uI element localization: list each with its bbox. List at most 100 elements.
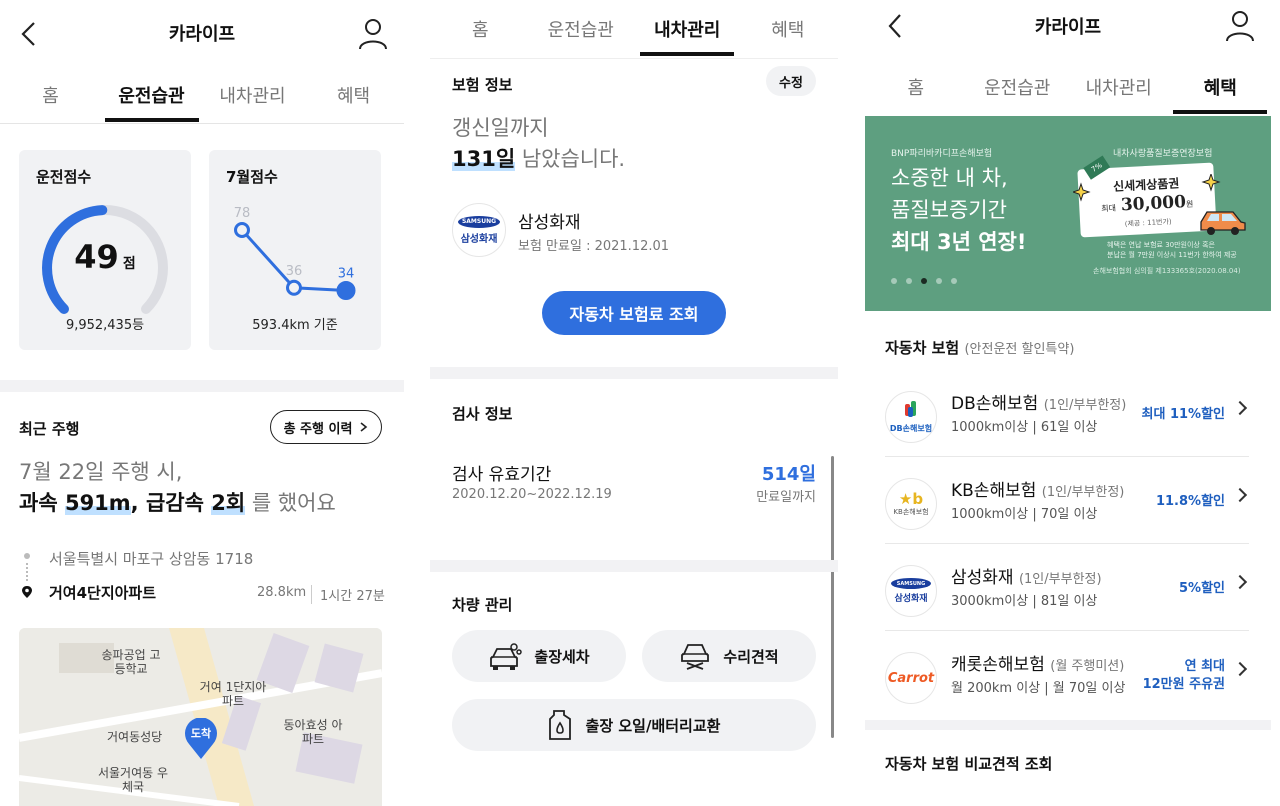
tab-home[interactable]: 홈 bbox=[430, 16, 531, 42]
car-insurance-title: 자동차 보험 (안전운전 할인특약) bbox=[885, 339, 1075, 357]
carousel-dot[interactable] bbox=[906, 278, 912, 284]
section-divider bbox=[430, 367, 838, 379]
chevron-right-icon bbox=[1232, 487, 1248, 503]
promo-banner[interactable]: BNP파리바카디프손해보험 소중한 내 차, 품질보증기간 최대 3년 연장! … bbox=[865, 116, 1271, 311]
car-repair-icon bbox=[681, 644, 710, 670]
route-line bbox=[26, 563, 28, 581]
location-pin-icon bbox=[22, 586, 32, 598]
score-point bbox=[286, 279, 302, 296]
my-car-screen: 홈 운전습관 내차관리 혜택 보험 정보 수정 갱신일까지 131일 남았습니다… bbox=[430, 0, 838, 806]
tab-benefits[interactable]: 혜택 bbox=[303, 82, 404, 108]
carousel-dot[interactable] bbox=[891, 278, 897, 284]
chevron-right-icon bbox=[1232, 400, 1248, 416]
insurer-condition: 3000km이상 | 81일 이상 bbox=[951, 594, 1098, 609]
driving-habits-screen: 카라이프 홈 운전습관 내차관리 혜택 운전점수 49 점 9,952,435등 … bbox=[0, 0, 404, 806]
car-wash-icon bbox=[490, 643, 523, 670]
drive-date-line: 7월 22일 주행 시, bbox=[19, 460, 183, 484]
user-icon bbox=[359, 19, 387, 50]
score-value: 49 점 bbox=[74, 238, 136, 276]
carousel-dot[interactable] bbox=[936, 278, 942, 284]
samsung-logo: SAMSUNG 삼성화재 bbox=[452, 203, 506, 257]
vehicle-title: 차량 관리 bbox=[452, 596, 513, 614]
monthly-score-card[interactable]: 7월점수 78 36 34 593.4km 기준 bbox=[209, 150, 381, 350]
chevron-right-icon bbox=[360, 422, 368, 432]
carousel-dot[interactable] bbox=[951, 278, 957, 284]
banner-company: BNP파리바카디프손해보험 bbox=[891, 149, 993, 159]
profile-button[interactable] bbox=[1223, 8, 1257, 42]
insurer-name: 캐롯손해보험 (월 주행미션) bbox=[951, 655, 1125, 675]
inspection-days-caption: 만료일까지 bbox=[756, 490, 816, 505]
insurer-name: KB손해보험 (1인/부부한정) bbox=[951, 481, 1125, 501]
insurance-quote-button[interactable]: 자동차 보험료 조회 bbox=[542, 291, 726, 335]
section-divider bbox=[0, 380, 404, 392]
drive-summary: 과속 591m, 급감속 2회 를 했어요 bbox=[19, 491, 336, 515]
score-point-label: 36 bbox=[286, 264, 303, 279]
insurer-name: 삼성화재 (1인/부부한정) bbox=[951, 568, 1102, 588]
tab-driving-habits[interactable]: 운전습관 bbox=[101, 82, 202, 108]
route-end: 거여4단지아파트 bbox=[49, 584, 157, 602]
insurance-title: 보험 정보 bbox=[452, 76, 513, 94]
score-point-label: 78 bbox=[234, 206, 251, 221]
insurer-row-db[interactable]: DB손해보험 DB손해보험 (1인/부부한정) 1000km이상 | 61일 이… bbox=[885, 371, 1249, 457]
insurer-name: DB손해보험 (1인/부부한정) bbox=[951, 394, 1127, 414]
insurer-condition: 1000km이상 | 61일 이상 bbox=[951, 420, 1098, 435]
inspection-title: 검사 정보 bbox=[452, 405, 513, 423]
insurer-row-carrot[interactable]: Carrot 캐롯손해보험 (월 주행미션) 월 200km 이상 | 월 70… bbox=[885, 632, 1249, 718]
repair-estimate-button[interactable]: 수리견적 bbox=[642, 630, 816, 682]
tab-benefits[interactable]: 혜택 bbox=[738, 16, 839, 42]
coupon-title: 내차사랑품질보증연장보험 bbox=[1113, 149, 1213, 159]
insurance-company: 삼성화재 bbox=[518, 213, 581, 233]
tab-divider bbox=[430, 58, 838, 59]
insurer-row-kb[interactable]: ★b KB손해보험 KB손해보험 (1인/부부한정) 1000km이상 | 70… bbox=[885, 458, 1249, 544]
drive-history-button[interactable]: 총 주행 이력 bbox=[270, 410, 382, 444]
page-title: 카라이프 bbox=[168, 24, 236, 45]
renewal-line: 갱신일까지 bbox=[452, 116, 549, 140]
insurer-row-samsung[interactable]: SAMSUNG 삼성화재 삼성화재 (1인/부부한정) 3000km이상 | 8… bbox=[885, 545, 1249, 631]
insurer-discount: 11.8%할인 bbox=[1155, 494, 1225, 509]
monthly-distance-caption: 593.4km 기준 bbox=[252, 318, 338, 333]
tab-my-car[interactable]: 내차관리 bbox=[637, 16, 738, 42]
kb-logo: ★b KB손해보험 bbox=[885, 478, 937, 530]
recent-drive-title: 최근 주행 bbox=[19, 420, 80, 438]
banner-headline: 소중한 내 차, 품질보증기간 최대 3년 연장! bbox=[891, 166, 1027, 254]
db-logo: DB손해보험 bbox=[885, 391, 937, 443]
car-wash-button[interactable]: 출장세차 bbox=[452, 630, 626, 682]
user-icon bbox=[1226, 11, 1254, 42]
edit-button[interactable]: 수정 bbox=[766, 66, 816, 96]
chevron-right-icon bbox=[1232, 574, 1248, 590]
driving-score-card[interactable]: 운전점수 49 점 9,952,435등 bbox=[19, 150, 191, 350]
score-label: 운전점수 bbox=[36, 168, 92, 186]
score-point-label: 34 bbox=[338, 267, 355, 282]
scrollbar[interactable] bbox=[831, 456, 834, 738]
route-start: 서울특별시 마포구 상암동 1718 bbox=[49, 550, 254, 568]
tab-benefits[interactable]: 혜택 bbox=[1170, 74, 1272, 100]
score-point bbox=[234, 222, 250, 238]
samsung-logo: SAMSUNG 삼성화재 bbox=[885, 565, 937, 617]
oil-can-icon bbox=[548, 710, 571, 740]
carousel-dots[interactable] bbox=[891, 278, 957, 284]
tab-my-car[interactable]: 내차관리 bbox=[202, 82, 303, 108]
tab-bar: 홈 운전습관 내차관리 혜택 bbox=[0, 82, 404, 108]
insurer-condition: 월 200km 이상 | 월 70일 이상 bbox=[951, 681, 1126, 696]
insurer-condition: 1000km이상 | 70일 이상 bbox=[951, 507, 1098, 522]
carousel-dot[interactable] bbox=[921, 278, 927, 284]
insurer-discount: 연 최대 12만원 주유권 bbox=[1142, 659, 1225, 692]
inspection-period: 2020.12.20~2022.12.19 bbox=[452, 487, 612, 502]
route-distance: 28.8km bbox=[257, 585, 307, 600]
tab-driving-habits[interactable]: 운전습관 bbox=[531, 16, 632, 42]
section-divider bbox=[865, 720, 1271, 730]
tab-home[interactable]: 홈 bbox=[865, 74, 967, 100]
profile-button[interactable] bbox=[356, 16, 390, 50]
insurance-expiry: 보험 만료일 : 2021.12.01 bbox=[518, 239, 670, 254]
tab-home[interactable]: 홈 bbox=[0, 82, 101, 108]
destination-marker[interactable]: 도착 bbox=[183, 717, 219, 759]
banner-approval: 손해보험협회 심의필 제133365호(2020.08.04) bbox=[1093, 267, 1241, 275]
map-label-apt2: 동아효성 아파트 bbox=[283, 718, 343, 746]
tab-driving-habits[interactable]: 운전습관 bbox=[967, 74, 1069, 100]
route-map[interactable]: 송파공업 고등학교 거여 1단지아파트 동아효성 아파트 거여동성당 서울거여동… bbox=[19, 628, 382, 806]
compare-quote-title[interactable]: 자동차 보험 비교견적 조회 bbox=[885, 753, 1052, 774]
tab-my-car[interactable]: 내차관리 bbox=[1068, 74, 1170, 100]
insurer-discount: 최대 11%할인 bbox=[1141, 407, 1225, 422]
oil-battery-button[interactable]: 출장 오일/배터리교환 bbox=[452, 699, 816, 751]
map-label-apt1: 거여 1단지아파트 bbox=[199, 680, 267, 708]
